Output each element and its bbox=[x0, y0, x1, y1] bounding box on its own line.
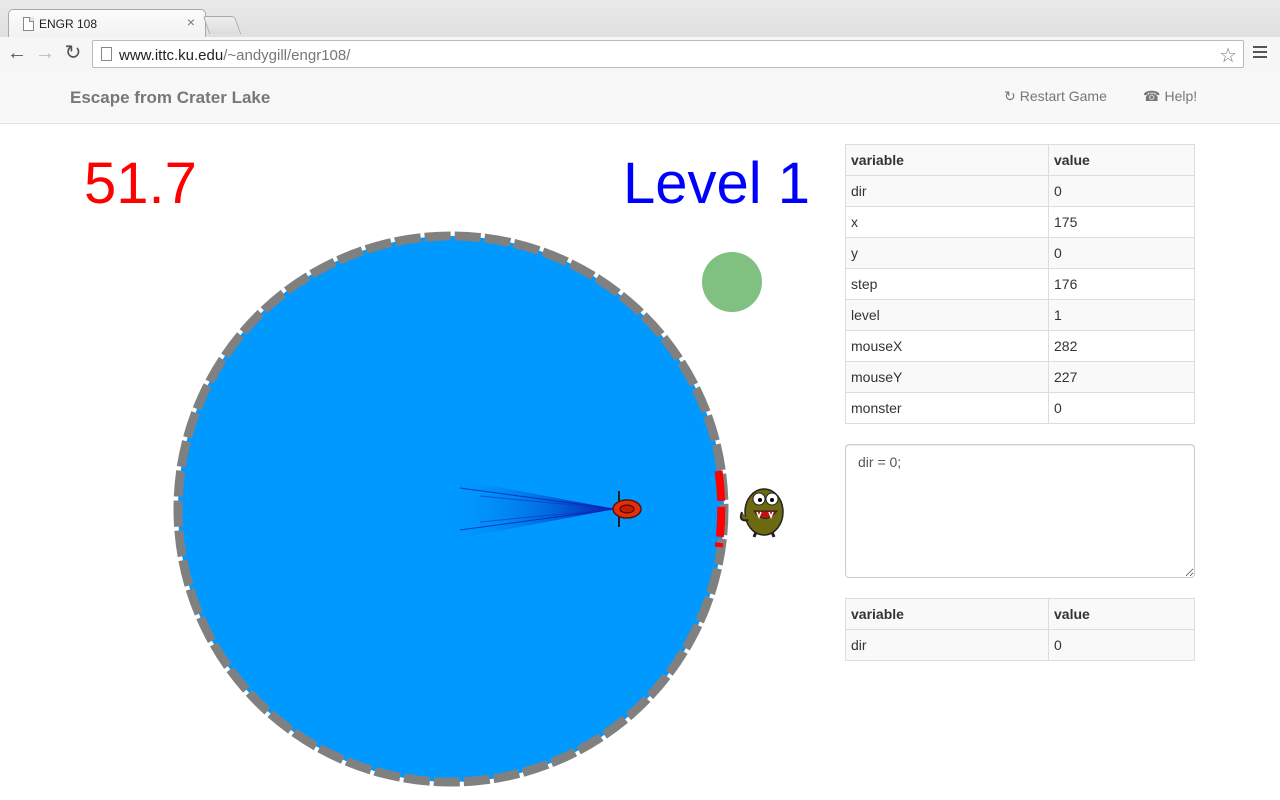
danger-arc bbox=[714, 470, 726, 548]
url-text[interactable]: www.ittc.ku.edu/~andygill/engr108/ bbox=[119, 47, 350, 64]
table-row: x 175 bbox=[845, 206, 1195, 238]
restart-game-link[interactable]: ↻ Restart Game bbox=[1004, 88, 1107, 105]
column-header-value: value bbox=[1048, 598, 1195, 630]
table-row: y0 bbox=[845, 237, 1195, 269]
new-tab-button[interactable] bbox=[202, 16, 242, 34]
variable-name: level bbox=[845, 299, 1049, 331]
table-row: monster 0 bbox=[845, 392, 1195, 424]
page-icon bbox=[23, 17, 34, 31]
variable-name: monster bbox=[845, 392, 1049, 424]
tab-title: ENGR 108 bbox=[39, 17, 98, 31]
watch-table: variable value dir 0 bbox=[845, 598, 1195, 661]
table-row: dir 0 bbox=[845, 175, 1195, 207]
table-header-row: variable value bbox=[845, 598, 1195, 630]
url-path: /~andygill/engr108/ bbox=[223, 47, 351, 64]
variable-name: y bbox=[845, 237, 1049, 269]
variables-table: variable value dir 0 x 175 y0 step 176 leve… bbox=[845, 144, 1195, 424]
variable-value: 227 bbox=[1048, 361, 1195, 393]
url-host: www.ittc.ku.edu bbox=[119, 47, 224, 64]
level-display: Level 1 bbox=[622, 151, 810, 216]
variable-value: 175 bbox=[1048, 206, 1195, 238]
game-canvas[interactable] bbox=[160, 220, 800, 795]
variable-value: 282 bbox=[1048, 330, 1195, 362]
variable-name: mouseY bbox=[845, 361, 1049, 393]
help-label: Help! bbox=[1164, 88, 1198, 104]
table-row: dir 0 bbox=[845, 629, 1195, 661]
variable-name: step bbox=[845, 268, 1049, 300]
target-dot bbox=[702, 252, 762, 312]
app-navbar: Escape from Crater Lake ↻ Restart Game ☎ H… bbox=[0, 73, 1280, 124]
table-row: step 176 bbox=[845, 268, 1195, 300]
address-bar[interactable]: www.ittc.ku.edu/~andygill/engr108/ ☆ bbox=[92, 40, 1244, 68]
column-header-variable: variable bbox=[845, 144, 1049, 176]
score-display: 51.7 bbox=[84, 151, 197, 216]
variable-value: 0 bbox=[1048, 392, 1195, 424]
forward-icon[interactable]: → bbox=[33, 41, 57, 65]
variable-value: 0 bbox=[1048, 175, 1195, 207]
variable-name: dir bbox=[845, 175, 1049, 207]
close-icon[interactable]: × bbox=[187, 14, 195, 30]
table-row: mouseY 227 bbox=[845, 361, 1195, 393]
phone-icon: ☎ bbox=[1143, 88, 1161, 104]
browser-tab[interactable]: ENGR 108 × bbox=[8, 9, 206, 37]
star-icon[interactable]: ☆ bbox=[1219, 43, 1237, 68]
refresh-icon: ↻ bbox=[1004, 88, 1016, 104]
reload-icon[interactable]: ↻ bbox=[61, 41, 85, 65]
variable-name: dir bbox=[845, 629, 1049, 661]
variable-value: 1 bbox=[1048, 299, 1195, 331]
app-brand[interactable]: Escape from Crater Lake bbox=[70, 88, 270, 108]
table-header-row: variable value bbox=[845, 144, 1195, 176]
table-row: level 1 bbox=[845, 299, 1195, 331]
page-icon bbox=[101, 47, 112, 61]
menu-icon[interactable] bbox=[1253, 43, 1269, 63]
table-row: mouseX 282 bbox=[845, 330, 1195, 362]
variable-name: mouseX bbox=[845, 330, 1049, 362]
monster-icon bbox=[739, 488, 784, 538]
restart-game-label: Restart Game bbox=[1019, 88, 1107, 104]
variable-value: 176 bbox=[1048, 268, 1195, 300]
variable-value: 0 bbox=[1048, 629, 1195, 661]
back-icon[interactable]: ← bbox=[5, 41, 29, 65]
browser-toolbar: ← → ↻ www.ittc.ku.edu/~andygill/engr108/… bbox=[0, 37, 1280, 73]
variable-value: 0 bbox=[1048, 237, 1195, 269]
help-link[interactable]: ☎ Help! bbox=[1143, 88, 1197, 105]
code-editor[interactable]: dir = 0; bbox=[845, 444, 1195, 578]
variable-name: x bbox=[845, 206, 1049, 238]
column-header-value: value bbox=[1048, 144, 1195, 176]
column-header-variable: variable bbox=[845, 598, 1049, 630]
